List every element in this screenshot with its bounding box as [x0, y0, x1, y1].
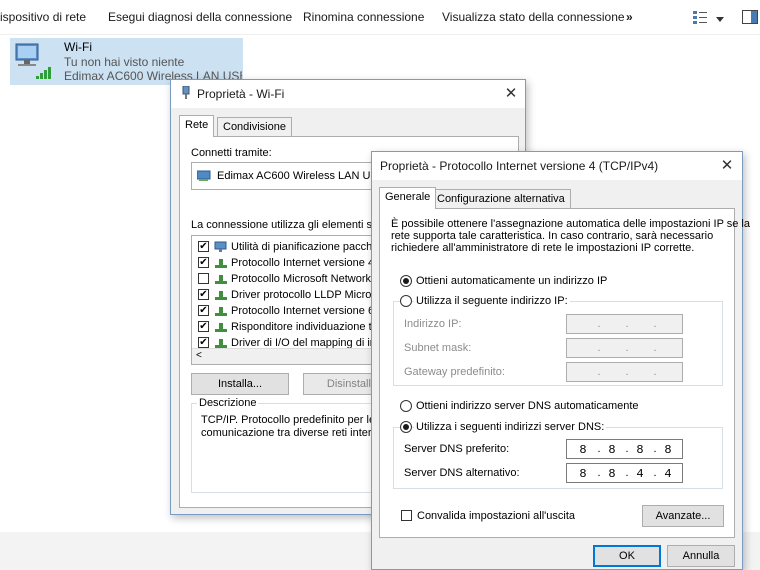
scroll-left-icon[interactable]: <: [196, 350, 202, 361]
network-adapter-icon: [181, 85, 191, 100]
wifi-adapter-icon: [12, 42, 54, 80]
subnet-mask-label: Subnet mask:: [404, 342, 472, 354]
dns-preferred-octet-2: 8: [608, 443, 616, 457]
network-card-icon: [196, 170, 211, 182]
toolbar-disable-device[interactable]: ispositivo di rete: [0, 10, 86, 24]
dns-alternate-label: Server DNS alternativo:: [404, 467, 520, 479]
description-line-2: comunicazione tra diverse reti intercon: [201, 427, 390, 439]
install-button[interactable]: Installa...: [191, 373, 289, 395]
ip-address-input[interactable]: ...: [566, 314, 683, 334]
cancel-button[interactable]: Annulla: [667, 545, 735, 567]
ip-address-label: Indirizzo IP:: [404, 318, 462, 330]
intro-line-3: richiedere all'amministratore di rete le…: [391, 242, 695, 254]
intro-line-2: rete supporta tale caratteristica. In ca…: [391, 230, 714, 242]
component-checkbox[interactable]: [198, 273, 209, 284]
ipv4-dialog-title: Proprietà - Protocollo Internet versione…: [380, 159, 659, 173]
dns-alternate-octet-4: 4: [664, 467, 672, 481]
description-label: Descrizione: [197, 397, 259, 409]
protocol-icon: [214, 289, 228, 301]
auto-ip-radio[interactable]: [400, 275, 412, 287]
protocol-icon: [214, 321, 228, 333]
validate-checkbox[interactable]: [401, 510, 412, 521]
tab-condivisione[interactable]: Condivisione: [217, 117, 292, 137]
component-checkbox[interactable]: ✔: [198, 321, 209, 332]
dns-alternate-octet-2: 8: [608, 467, 616, 481]
component-label: Protocollo Microsoft Network Ad: [231, 273, 387, 285]
dns-preferred-input[interactable]: 8 . 8 . 8 . 8: [566, 439, 683, 459]
gateway-input[interactable]: ...: [566, 362, 683, 382]
tab-rete[interactable]: Rete: [179, 115, 215, 137]
tab-alternate-config[interactable]: Configurazione alternativa: [431, 189, 571, 209]
component-checkbox[interactable]: ✔: [198, 289, 209, 300]
dns-alternate-input[interactable]: 8 . 8 . 4 . 4: [566, 463, 683, 483]
advanced-button[interactable]: Avanzate...: [642, 505, 724, 527]
toolbar-more[interactable]: »: [626, 10, 633, 24]
manual-ip-radio[interactable]: [400, 295, 412, 307]
toolbar-rename[interactable]: Rinomina connessione: [303, 10, 424, 24]
manual-ip-label: Utilizza il seguente indirizzo IP:: [414, 295, 570, 307]
component-label: Utilità di pianificazione pacchetti: [231, 241, 387, 253]
dns-preferred-octet-4: 8: [664, 443, 672, 457]
ipv4-properties-dialog: Proprietà - Protocollo Internet versione…: [371, 151, 750, 570]
description-line-1: TCP/IP. Protocollo predefinito per le W: [201, 414, 389, 426]
dns-preferred-octet-1: 8: [579, 443, 587, 457]
validate-label: Convalida impostazioni all'uscita: [417, 510, 576, 522]
dns-alternate-octet-1: 8: [579, 467, 587, 481]
dns-preferred-octet-3: 8: [636, 443, 644, 457]
adapter-status: Tu non hai visto niente: [64, 55, 185, 69]
protocol-icon: [214, 273, 228, 285]
protocol-icon: [214, 305, 228, 317]
component-label: Driver protocollo LLDP Microsoft: [231, 289, 390, 301]
toolbar-diagnose[interactable]: Esegui diagnosi della connessione: [108, 10, 292, 24]
dns-alternate-octet-3: 4: [636, 467, 644, 481]
wifi-dialog-title: Proprietà - Wi-Fi: [197, 87, 285, 101]
component-checkbox[interactable]: ✔: [198, 305, 209, 316]
component-checkbox[interactable]: ✔: [198, 241, 209, 252]
tab-generale[interactable]: Generale: [379, 187, 437, 209]
monitor-icon: [214, 241, 228, 253]
component-label: Protocollo Internet versione 4 (T: [231, 257, 388, 269]
adapter-name: Wi-Fi: [64, 40, 92, 54]
intro-line-1: È possibile ottenere l'assegnazione auto…: [391, 218, 750, 230]
wifi-adapter-tile[interactable]: Wi-Fi Tu non hai visto niente Edimax AC6…: [10, 38, 243, 85]
toolbar-view-status[interactable]: Visualizza stato della connessione: [442, 10, 625, 24]
component-label: Risponditore individuazione topo: [231, 321, 390, 333]
connect-via-label: Connetti tramite:: [191, 147, 272, 159]
ipv4-dialog-titlebar: Proprietà - Protocollo Internet versione…: [372, 152, 742, 180]
wifi-dialog-titlebar: Proprietà - Wi-Fi ✕: [171, 80, 525, 108]
close-icon[interactable]: ✕: [717, 156, 737, 176]
chevron-down-icon[interactable]: [716, 14, 724, 22]
connect-device-name: Edimax AC600 Wireless LAN USB: [217, 170, 386, 182]
ok-button[interactable]: OK: [593, 545, 661, 567]
auto-dns-label: Ottieni indirizzo server DNS automaticam…: [416, 400, 639, 412]
component-checkbox[interactable]: ✔: [198, 257, 209, 268]
items-label: La connessione utilizza gli elementi seg…: [191, 219, 397, 231]
manual-dns-radio[interactable]: [400, 421, 412, 433]
command-bar: ispositivo di rete Esegui diagnosi della…: [0, 0, 760, 34]
close-icon[interactable]: ✕: [501, 84, 521, 104]
manual-dns-label: Utilizza i seguenti indirizzi server DNS…: [414, 421, 607, 433]
dns-preferred-label: Server DNS preferito:: [404, 443, 510, 455]
component-label: Protocollo Internet versione 6 (T: [231, 305, 388, 317]
gateway-label: Gateway predefinito:: [404, 366, 505, 378]
protocol-icon: [214, 257, 228, 269]
generale-tab-panel: È possibile ottenere l'assegnazione auto…: [379, 208, 750, 538]
component-checkbox[interactable]: ✔: [198, 337, 209, 348]
preview-pane-icon[interactable]: [742, 10, 758, 24]
subnet-mask-input[interactable]: ...: [566, 338, 683, 358]
auto-ip-label: Ottieni automaticamente un indirizzo IP: [416, 275, 608, 287]
auto-dns-radio[interactable]: [400, 400, 412, 412]
view-options-icon[interactable]: [692, 9, 708, 25]
